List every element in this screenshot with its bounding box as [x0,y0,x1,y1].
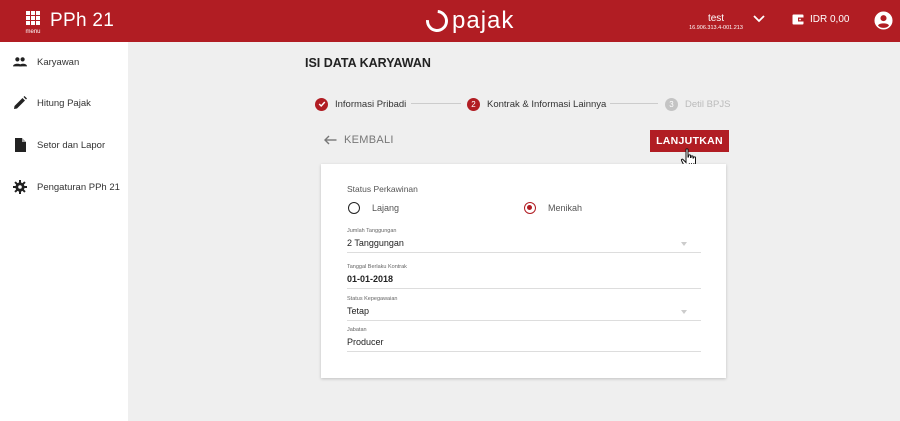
account-circle-icon[interactable] [874,11,893,30]
field-value: 2 Tanggungan [347,238,404,248]
radio-menikah[interactable]: Menikah [524,202,582,214]
balance-value: IDR 0,00 [810,14,850,25]
field-label: Status Kepegawaian [347,296,398,302]
sidebar-item-label: Pengaturan PPh 21 [37,181,120,193]
field-value: Producer [347,337,384,347]
step-label: Detil BPJS [685,98,731,110]
chevron-down-icon[interactable] [752,12,766,26]
field-label: Jumlah Tanggungan [347,228,397,234]
logo-text: pajak [452,7,515,34]
back-label: KEMBALI [344,134,394,146]
top-bar: menu PPh 21 pajak test 16.906.313.4-001.… [0,0,900,42]
marital-status-label: Status Perkawinan [347,184,418,194]
step-detil-bpjs[interactable]: 3 Detil BPJS [665,97,730,111]
sidebar-item-pengaturan[interactable]: Pengaturan PPh 21 [0,169,128,205]
step-kontrak[interactable]: 2 Kontrak & Informasi Lainnya [467,97,606,111]
radio-label: Menikah [548,203,583,213]
sidebar-item-setor-dan-lapor[interactable]: Setor dan Lapor [0,127,128,163]
step-number: 2 [467,97,480,111]
position-field[interactable]: Jabatan Producer [347,327,701,352]
sidebar-item-label: Karyawan [37,56,80,68]
radio-unchecked-icon [348,202,360,214]
gear-icon [13,180,27,194]
field-label: Tanggal Berlaku Kontrak [347,264,407,270]
caret-down-icon [681,310,687,314]
sidebar-item-label: Setor dan Lapor [37,139,106,151]
logo-ring-icon [421,5,453,37]
sidebar-item-hitung-pajak[interactable]: Hitung Pajak [0,85,128,121]
back-button[interactable]: KEMBALI [324,134,394,146]
menu-label: menu [25,29,41,35]
field-value: 01-01-2018 [347,274,394,284]
user-npwp: 16.906.313.4-001.213 [689,25,743,31]
field-value: Tetap [347,306,370,316]
contract-date-field[interactable]: Tanggal Berlaku Kontrak 01-01-2018 [347,264,701,289]
menu-button[interactable]: menu [22,8,44,38]
radio-checked-icon [524,202,536,214]
balance-display[interactable]: IDR 0,00 [792,14,849,25]
stepper: Informasi Pribadi 2 Kontrak & Informasi … [315,97,745,113]
radio-lajang[interactable]: Lajang [348,202,399,214]
app-title: PPh 21 [50,10,115,31]
sidebar-item-label: Hitung Pajak [37,97,91,109]
arrow-left-icon [324,135,337,145]
pajak-logo[interactable]: pajak [421,5,515,37]
step-number: 3 [665,97,678,111]
pencil-icon [14,96,27,109]
employment-status-select[interactable]: Status Kepegawaian Tetap [347,296,701,321]
caret-down-icon [681,242,687,246]
user-name: test [707,13,725,24]
step-connector [610,103,658,104]
sidebar-item-karyawan[interactable]: Karyawan [0,44,128,80]
employee-form-card: Status Perkawinan Lajang Menikah Jumlah … [321,164,726,378]
check-icon [315,97,328,111]
step-connector [411,103,461,104]
document-icon [15,138,26,152]
step-label: Kontrak & Informasi Lainnya [487,98,607,110]
people-icon [13,57,27,67]
step-label: Informasi Pribadi [335,98,407,110]
dependents-select[interactable]: Jumlah Tanggungan 2 Tanggungan [347,228,701,253]
user-info[interactable]: test 16.906.313.4-001.213 [686,13,746,31]
page-title: ISI DATA KARYAWAN [305,56,431,70]
wallet-icon [792,14,804,25]
sidebar: Karyawan Hitung Pajak Setor dan Lapor Pe… [0,42,128,421]
radio-label: Lajang [372,203,400,213]
grid-menu-icon [26,11,40,25]
step-informasi-pribadi[interactable]: Informasi Pribadi [315,97,406,111]
field-label: Jabatan [347,327,367,333]
